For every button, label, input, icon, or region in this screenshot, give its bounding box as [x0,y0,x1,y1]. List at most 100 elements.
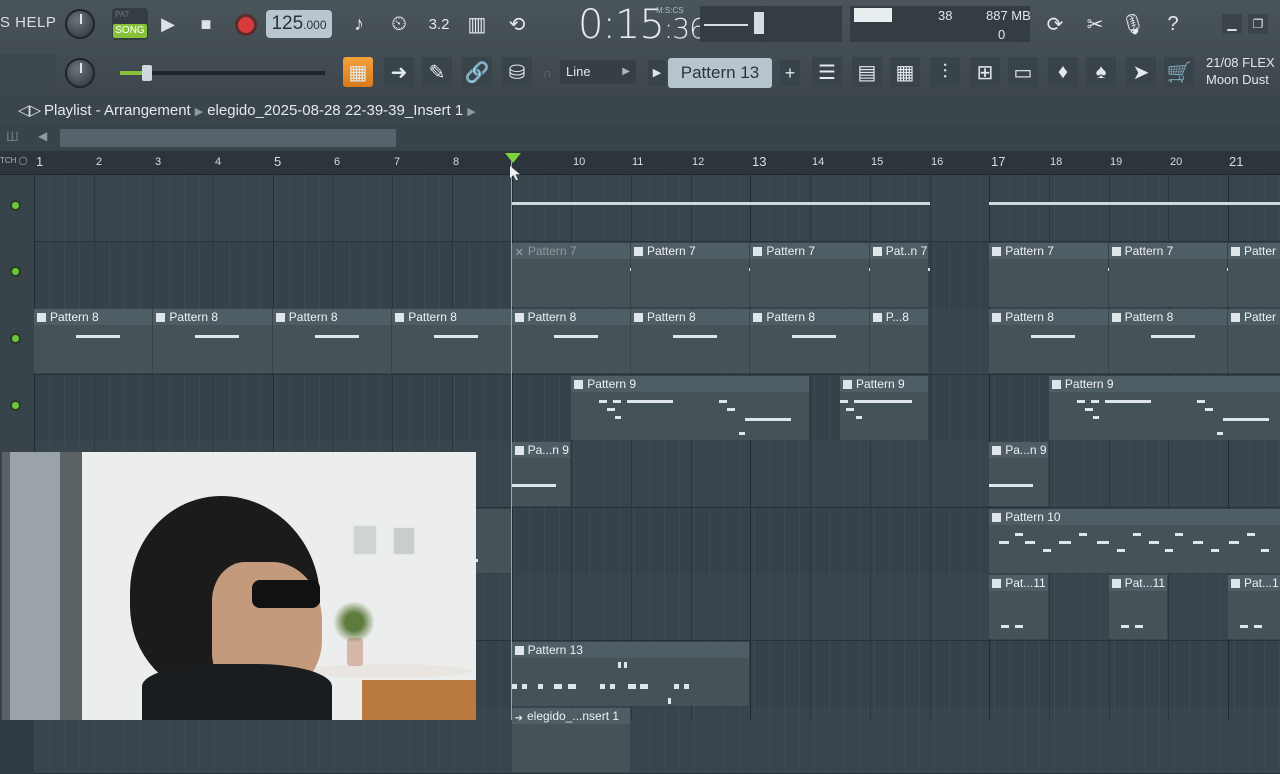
pattern-clip[interactable]: Pattern 8 [272,309,392,373]
clip-header[interactable]: Pattern 8 [511,309,630,325]
master-slider-track[interactable] [120,65,325,81]
clip-header[interactable]: Pattern 8 [989,309,1108,325]
plugin-news[interactable]: 21/08 FLEX Moon Dust [1206,54,1275,88]
playhead-marker[interactable] [505,153,521,163]
pattern-clip[interactable]: Pattern 8 [511,309,630,373]
pattern-clip[interactable]: Pattern 8 [34,309,153,373]
clip-header[interactable]: Pattern 8 [34,309,153,325]
step-edit-icon[interactable]: ▥ [462,9,492,39]
pattern-clip[interactable]: Pattern 8 [631,309,750,373]
track-1-mute-led[interactable] [10,200,21,211]
song-position-clock[interactable]: 0:15:36 [578,2,707,48]
browser-icon[interactable]: ⊞ [970,57,1000,87]
pattern-clip[interactable]: Pat...11 [1108,575,1168,639]
pat-song-toggle[interactable]: PAT SONG [112,8,148,40]
clip-header[interactable]: ➜ elegido_...nsert 1 [511,708,630,724]
pattern-clip[interactable]: Pattern 7 [989,242,1108,307]
pattern-clip[interactable]: Pattern 8 [989,309,1108,373]
pattern-clip[interactable]: Pat...11 [989,575,1048,639]
track-2-mute-led[interactable] [10,266,21,277]
pattern-clip[interactable]: Patter [1228,309,1280,373]
piano-roll-icon[interactable]: ▤ [852,57,882,87]
clip-header[interactable]: Pa...n 9 [511,442,571,458]
pattern-clip[interactable]: Pa...n 9 [511,442,571,506]
pattern-prev-icon[interactable]: ▶ [648,60,666,86]
pattern-clip[interactable]: Pattern 7 [1108,242,1227,307]
clip-header[interactable]: Pattern 8 [153,309,272,325]
pattern-clip[interactable]: Pattern 9 [839,375,929,440]
snap-selector[interactable]: Line ▶ [560,60,636,84]
refresh-icon[interactable]: ⟳ [1040,9,1070,39]
video-icon[interactable]: ➤ [1126,57,1156,87]
recent-files-panel[interactable] [0,54,56,94]
pattern-clip[interactable]: Pattern 9 [571,375,810,440]
pattern-clip[interactable]: Pat...1 [1228,575,1280,639]
tempo-display[interactable]: 125.000 [266,10,332,38]
loop-record-icon[interactable]: ⟲ [502,9,532,39]
metronome-icon[interactable]: ♪ [344,9,374,39]
pattern-clip[interactable]: Pattern 9 [1048,375,1280,440]
link-icon[interactable]: 🔗 [462,57,492,87]
clip-header[interactable]: Pa...n 9 [989,442,1048,458]
maximize-icon[interactable]: ❐ [1248,14,1268,34]
pattern-selector[interactable]: Pattern 13 [668,58,772,88]
channel-rack-icon[interactable]: ▦ [890,57,920,87]
track-4-mute-led[interactable] [10,400,21,411]
pattern-clip[interactable]: P...8 [869,309,929,373]
snap-tool-icon[interactable]: Ш [6,128,19,144]
magnet-icon[interactable]: ∩ [543,66,552,80]
clip-header[interactable]: Pattern 7 [1108,242,1227,259]
pattern-clip[interactable]: Pattern 7 [750,242,869,307]
microphone-icon[interactable]: 🎙 [1118,9,1148,39]
clip-header[interactable]: Pattern 8 [272,309,392,325]
pattern-clip[interactable]: ➜ elegido_...nsert 1 [511,708,630,772]
shop-icon[interactable]: 🛒 [1164,57,1194,87]
playlist-icon[interactable]: ☰ [812,57,842,87]
arrow-right-icon[interactable]: ➜ [384,57,414,87]
clip-header[interactable]: Pat...1 [1228,575,1280,591]
clip-header[interactable]: Pattern 7 [631,242,750,259]
horizontal-scrollbar[interactable] [60,129,396,147]
clip-header[interactable]: Pattern 9 [839,375,929,392]
pattern-clip[interactable]: Pattern 8 [750,309,869,373]
clip-header[interactable]: Pattern 10 [989,508,1280,525]
pattern-clip[interactable]: Pattern 13 [511,641,750,706]
pattern-clip[interactable]: Pattern 7 [631,242,750,307]
clip-header[interactable]: Pattern 9 [571,375,810,392]
clip-header[interactable]: Pattern 8 [631,309,750,325]
project-icon[interactable]: ▭ [1008,57,1038,87]
clip-header[interactable]: Pat...11 [989,575,1048,591]
pattern-clip[interactable] [512,176,929,240]
tools-icon[interactable]: ✂ [1080,9,1110,39]
help-icon[interactable]: ? [1158,9,1188,39]
clip-header[interactable]: Pattern 7 [989,242,1108,259]
clip-header[interactable]: Patter [1228,309,1280,325]
pattern-clip[interactable]: Patter [1228,242,1280,307]
help-menu[interactable]: S HELP [0,14,56,31]
clip-header[interactable]: Pattern 8 [392,309,511,325]
wait-for-input-icon[interactable]: ⏲ [384,9,414,39]
add-pattern-icon[interactable]: + [780,60,800,86]
countdown-icon[interactable]: 3.2 [424,9,454,39]
pattern-clip[interactable]: Pattern 8 [153,309,272,373]
pattern-clip[interactable]: ✕ Pattern 7 [511,242,630,307]
record-button[interactable] [232,11,260,39]
pattern-clip[interactable]: Pattern 8 [392,309,511,373]
pattern-clip[interactable]: Pattern 8 [1108,309,1227,373]
typing-keyboard-icon[interactable]: ▦ [343,57,373,87]
pattern-clip[interactable]: Pa...n 9 [989,442,1048,506]
pattern-clip[interactable]: Pat..n 7 [869,242,929,307]
brush-icon[interactable]: ✎ [422,57,452,87]
master-volume-knob[interactable] [65,9,95,39]
plugin-picker-icon[interactable]: ♦ [1048,57,1078,87]
play-icon[interactable]: ▶ [154,10,182,38]
master-slider-handle[interactable] [142,65,152,81]
stamp-icon[interactable]: ⛁ [502,57,532,87]
clip-header[interactable]: Pattern 13 [511,641,750,658]
tempo-tapper-icon[interactable]: ♠ [1086,57,1116,87]
mixer-icon[interactable]: ⫶ [930,57,960,87]
clip-header[interactable]: Pattern 8 [750,309,869,325]
clip-header[interactable]: Pat..n 7 [869,242,929,259]
clip-header[interactable]: Pattern 9 [1048,375,1280,392]
clip-header[interactable]: Pattern 8 [1108,309,1227,325]
